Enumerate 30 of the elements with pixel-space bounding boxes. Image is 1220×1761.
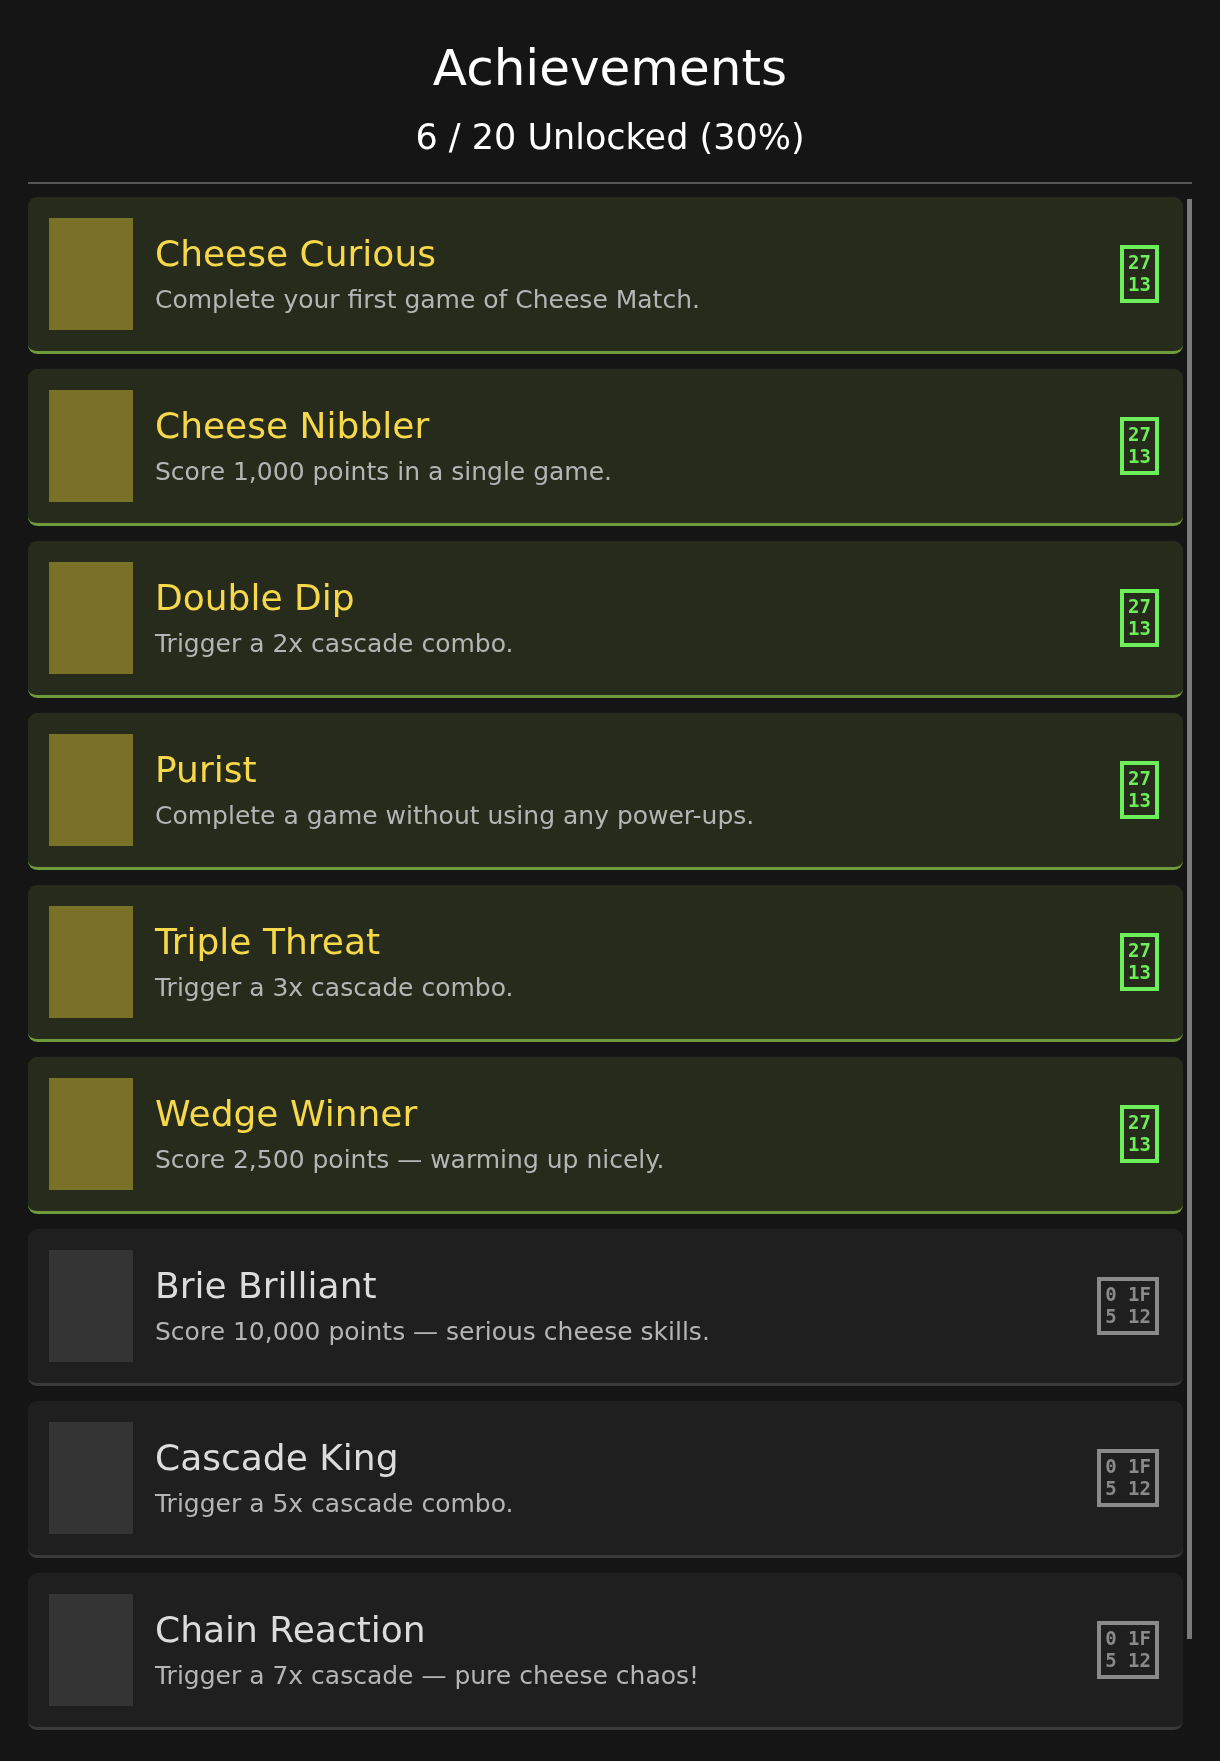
- missing-glyph: 27 13: [1120, 417, 1159, 475]
- achievement-description: Score 1,000 points in a single game.: [155, 456, 614, 487]
- achievement-name: Double Dip: [155, 577, 356, 619]
- achievement-name: Triple Threat: [155, 921, 382, 963]
- achievement-description: Trigger a 5x cascade combo.: [155, 1488, 515, 1519]
- missing-glyph: 27 13: [1120, 245, 1159, 303]
- achievement-name: Brie Brilliant: [155, 1265, 378, 1307]
- unlocked-count-text: 6 / 20 Unlocked (30%): [414, 116, 806, 158]
- achievement-name: Purist: [155, 749, 258, 791]
- page-title: Achievements: [431, 38, 789, 98]
- missing-glyph: 0 1F 5 12: [1097, 1449, 1159, 1507]
- missing-glyph: 27 13: [1120, 589, 1159, 647]
- missing-glyph: 0 1F 5 12: [1097, 1621, 1159, 1679]
- achievement-description: Complete a game without using any power-ups.: [155, 800, 756, 831]
- achievement-description: Complete your first game of Cheese Match.: [155, 284, 701, 315]
- achievement-name: Cheese Curious: [155, 233, 437, 275]
- achievement-name: Cascade King: [155, 1437, 400, 1479]
- missing-glyph: 27 13: [1120, 761, 1159, 819]
- achievement-description: Trigger a 7x cascade — pure cheese chaos!: [155, 1660, 701, 1691]
- missing-glyph: 27 13: [1120, 1105, 1159, 1163]
- missing-glyph: 0 1F 5 12: [1097, 1277, 1159, 1335]
- achievement-description: Trigger a 3x cascade combo.: [155, 972, 515, 1003]
- missing-glyph: 27 13: [1120, 933, 1159, 991]
- scrollbar[interactable]: [1187, 199, 1192, 1639]
- achievement-name: Cheese Nibbler: [155, 405, 431, 447]
- achievement-description: Trigger a 2x cascade combo.: [155, 628, 515, 659]
- achievement-name: Chain Reaction: [155, 1609, 427, 1651]
- achievement-description: Score 10,000 points — serious cheese skills.: [155, 1316, 711, 1347]
- achievement-description: Score 2,500 points — warming up nicely.: [155, 1144, 666, 1175]
- achievement-name: Wedge Winner: [155, 1093, 419, 1135]
